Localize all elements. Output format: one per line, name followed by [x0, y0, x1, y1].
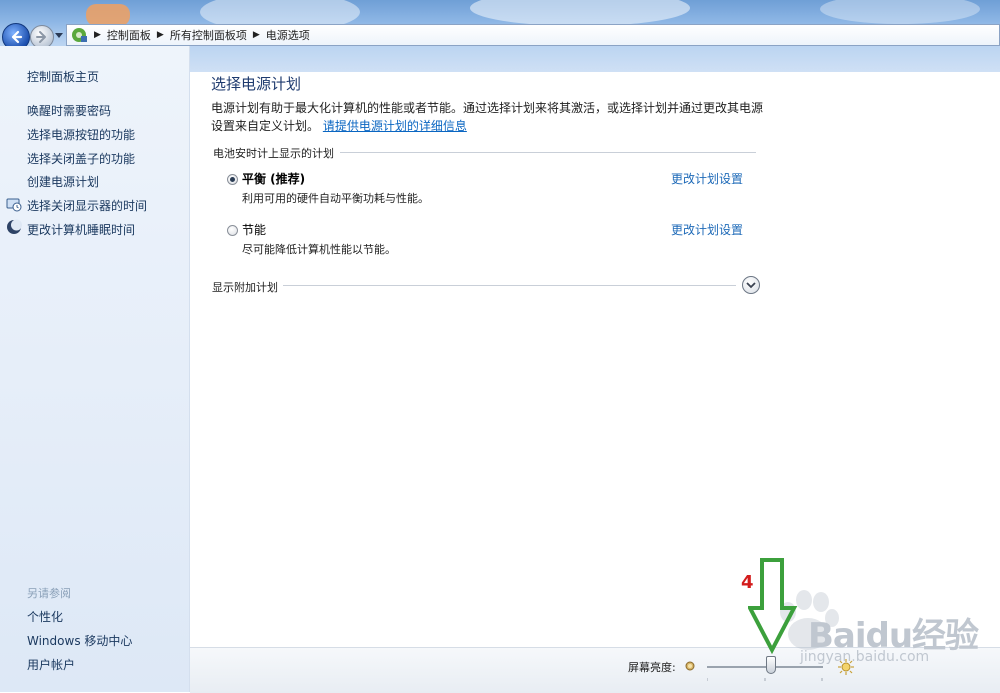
sidebar-link-lid-close[interactable]: 选择关闭盖子的功能 [27, 150, 135, 167]
moon-icon [7, 219, 22, 234]
plan-group-header: 电池安时计上显示的计划 [213, 145, 340, 161]
plan-name-balanced[interactable]: 平衡 (推荐) [242, 170, 305, 187]
arrow-left-icon [11, 30, 23, 44]
plan-radio-power-saver[interactable] [227, 225, 238, 236]
sidebar-link-user-accounts[interactable]: 用户帐户 [27, 656, 75, 673]
address-bar[interactable]: ▶ 控制面板 ▶ 所有控制面板项 ▶ 电源选项 [66, 24, 1000, 46]
chevron-right-icon[interactable]: ▶ [157, 30, 164, 40]
main-content: 选择电源计划 电源计划有助于最大化计算机的性能或者节能。通过选择计划来将其激活，… [190, 46, 1000, 646]
brightness-low-icon [685, 661, 695, 671]
page-title: 选择电源计划 [211, 75, 302, 93]
background-shape [86, 4, 130, 26]
sidebar-link-mobility-center[interactable]: Windows 移动中心 [27, 632, 132, 649]
sidebar-link-home[interactable]: 控制面板主页 [27, 68, 99, 85]
show-more-plans[interactable]: 显示附加计划 [212, 279, 283, 295]
page-description: 电源计划有助于最大化计算机的性能或者节能。通过选择计划来将其激活，或选择计划并通… [211, 99, 771, 135]
breadcrumb-item[interactable]: 电源选项 [266, 27, 310, 43]
control-panel-icon [72, 28, 87, 42]
change-plan-settings-link[interactable]: 更改计划设置 [671, 170, 743, 187]
plan-desc-balanced: 利用可用的硬件自动平衡功耗与性能。 [242, 192, 429, 205]
plan-radio-balanced[interactable] [227, 174, 238, 185]
description-text: 电源计划有助于最大化计算机的性能或者节能。通过选择计划来将其激活，或选择计划并通… [211, 101, 764, 133]
see-also-heading: 另请参阅 [27, 587, 71, 600]
breadcrumb-item[interactable]: 控制面板 [107, 27, 151, 43]
monitor-icon [6, 198, 22, 212]
change-plan-settings-link[interactable]: 更改计划设置 [671, 221, 743, 238]
arrow-right-icon [36, 31, 46, 43]
watermark-url: jingyan.baidu.com [800, 649, 930, 665]
breadcrumb-item[interactable]: 所有控制面板项 [170, 27, 247, 43]
expand-more-plans-button[interactable] [742, 276, 760, 294]
recent-pages-dropdown[interactable] [55, 33, 63, 38]
annotation-arrow-down-icon [748, 558, 798, 655]
sidebar-link-create-plan[interactable]: 创建电源计划 [27, 173, 99, 190]
background-cloud [820, 0, 980, 24]
sidebar-link-power-button[interactable]: 选择电源按钮的功能 [27, 126, 135, 143]
chevron-down-icon [746, 282, 756, 289]
info-link[interactable]: 请提供电源计划的详细信息 [323, 119, 467, 133]
sidebar-link-personalization[interactable]: 个性化 [27, 608, 63, 625]
sidebar-link-display-off[interactable]: 选择关闭显示器的时间 [27, 197, 147, 214]
plan-name-power-saver[interactable]: 节能 [242, 221, 266, 238]
chevron-right-icon[interactable]: ▶ [253, 30, 260, 40]
more-plans-divider [280, 285, 736, 286]
brightness-label: 屏幕亮度: [628, 661, 676, 674]
chevron-right-icon: ▶ [94, 30, 101, 40]
brightness-slider-ticks [707, 678, 823, 681]
left-navigation-pane: 控制面板主页 唤醒时需要密码 选择电源按钮的功能 选择关闭盖子的功能 创建电源计… [0, 46, 190, 692]
sidebar-link-sleep-time[interactable]: 更改计算机睡眠时间 [27, 221, 135, 238]
sidebar-link-wake-password[interactable]: 唤醒时需要密码 [27, 102, 111, 119]
plan-desc-power-saver: 尽可能降低计算机性能以节能。 [242, 243, 396, 256]
background-cloud [470, 0, 690, 26]
